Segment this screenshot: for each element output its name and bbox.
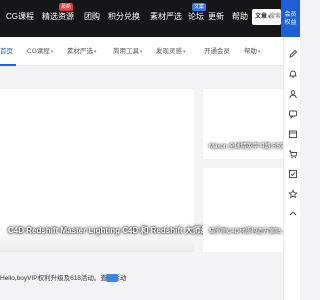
chevron-down-icon: ▾ xyxy=(183,49,186,55)
bell-icon[interactable] xyxy=(288,69,298,79)
comment-icon[interactable] xyxy=(288,109,298,119)
cart-icon[interactable] xyxy=(288,149,298,159)
forum-badge: 文案 xyxy=(192,3,207,11)
notice-action-button[interactable] xyxy=(106,274,118,282)
back-to-top-icon[interactable] xyxy=(288,209,298,219)
nav-updates[interactable]: 更新 xyxy=(208,12,224,22)
search-box: 文章▾ xyxy=(252,9,281,25)
vip-label-line2: 权益 xyxy=(284,19,297,26)
chevron-down-icon: ▾ xyxy=(50,49,54,55)
side-card-1[interactable]: Maxon 全球精英学习路 R5渲染... xyxy=(203,89,297,159)
chevron-down-icon: ▾ xyxy=(94,49,97,55)
subnav-tools[interactable]: 简用工具▾ xyxy=(113,47,143,57)
nav-group-buy[interactable]: 团购 xyxy=(84,12,100,22)
nav-material-selection[interactable]: 素材严选 xyxy=(150,12,182,22)
subnav-home[interactable]: 首页 xyxy=(0,47,13,56)
nav-featured-resources[interactable]: 精选资源 xyxy=(42,12,74,22)
main-banner-card[interactable]: C4D Redshift Master Lighting C4D 和 Redsh… xyxy=(0,89,232,252)
chevron-down-icon: ▾ xyxy=(258,49,261,55)
subnav-help[interactable]: 帮助▾ xyxy=(244,47,261,57)
new-badge: 最新 xyxy=(59,3,74,11)
checklist-icon[interactable] xyxy=(288,169,298,179)
subnav-open-vip[interactable]: 开通会员 xyxy=(204,47,230,56)
subnav-material-selection[interactable]: 素材严选▾ xyxy=(67,47,97,57)
sub-nav-bar: 首页 CG课程▾ 素材严选▾ 简用工具▾ 发现灵感▾ 开通会员 帮助▾ xyxy=(0,37,283,66)
active-tab-indicator xyxy=(0,64,16,66)
top-nav-bar: CG课程 精选资源 最新 团购 积分兑换 素材严选 论坛 文案 更新 帮助 文章… xyxy=(0,0,300,37)
nav-points-exchange[interactable]: 积分兑换 xyxy=(108,12,140,22)
side-card-2-title: 瞄罗丽C4D材质构造方案贴... xyxy=(209,229,287,235)
vip-benefits-button[interactable]: 会员 权益 xyxy=(281,0,300,37)
subnav-cg-courses[interactable]: CG课程▾ xyxy=(27,47,53,57)
nav-cg-courses[interactable]: CG课程 xyxy=(6,12,34,22)
edit-icon[interactable] xyxy=(288,49,298,59)
calendar-icon[interactable] xyxy=(288,129,298,139)
main-banner-title: C4D Redshift Master Lighting C4D 和 Redsh… xyxy=(8,226,232,235)
nav-help[interactable]: 帮助 xyxy=(232,12,248,22)
nav-forum[interactable]: 论坛 xyxy=(188,12,204,22)
right-sidebar xyxy=(283,37,300,300)
chevron-down-icon: ▾ xyxy=(140,49,143,55)
search-input[interactable] xyxy=(269,9,281,25)
star-icon[interactable] xyxy=(288,189,298,199)
side-card-2[interactable]: 瞄罗丽C4D材质构造方案贴... xyxy=(203,168,287,252)
user-icon[interactable] xyxy=(288,89,298,99)
subnav-inspiration[interactable]: 发现灵感▾ xyxy=(156,47,186,57)
vip-label-line1: 会员 xyxy=(284,11,297,18)
